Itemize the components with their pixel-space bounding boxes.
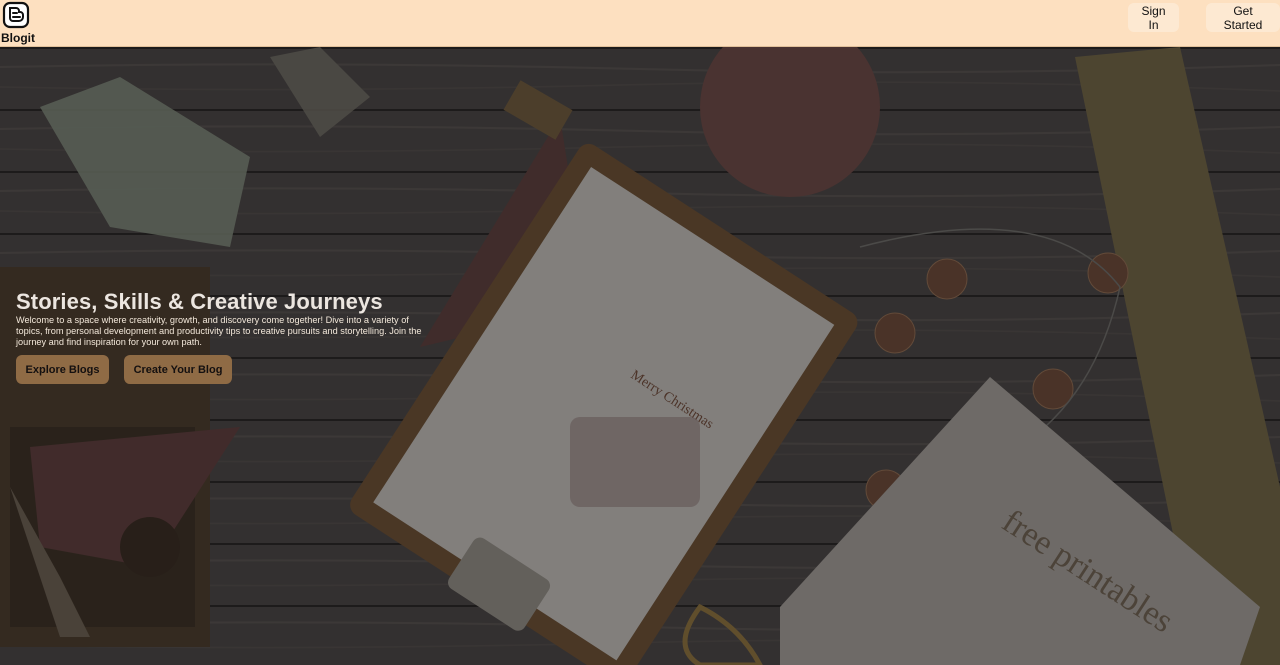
site-header: Blogit Sign In Get Started <box>0 0 1280 47</box>
get-started-button[interactable]: Get Started <box>1206 3 1280 32</box>
create-blog-button[interactable]: Create Your Blog <box>124 355 232 384</box>
explore-blogs-button[interactable]: Explore Blogs <box>16 355 109 384</box>
sign-in-button[interactable]: Sign In <box>1128 3 1179 32</box>
hero-section: Merry Christmas free printables Stories,… <box>0 47 1280 665</box>
hero-title: Stories, Skills & Creative Journeys <box>16 289 383 314</box>
brand-name: Blogit <box>1 31 35 45</box>
blogger-b-icon <box>2 1 30 29</box>
brand-logo[interactable]: Blogit <box>0 1 40 45</box>
hero-description: Welcome to a space where creativity, gro… <box>16 315 422 347</box>
